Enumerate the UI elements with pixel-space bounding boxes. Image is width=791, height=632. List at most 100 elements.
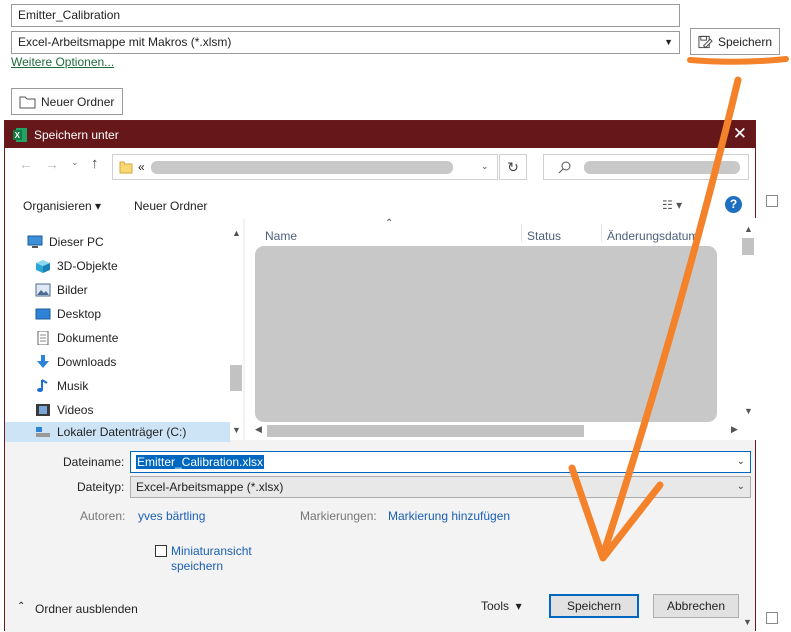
backstage-save-button[interactable]: Speichern (690, 28, 780, 55)
backstage-new-folder-label: Neuer Ordner (41, 94, 115, 109)
backstage-save-label: Speichern (717, 34, 772, 49)
backstage-new-folder-button[interactable]: Neuer Ordner (11, 88, 123, 115)
thumbnail-label-line2[interactable]: speichern (171, 559, 223, 573)
search-icon (558, 161, 571, 174)
nav-item-this-pc[interactable]: Dieser PC (27, 232, 104, 252)
more-options-link[interactable]: Weitere Optionen... (11, 55, 114, 69)
file-list-pane: ⌃ Name Status Änderungsdatum ▲ ▼ ◀ ▶ (245, 218, 757, 440)
annotation-underline (687, 56, 789, 65)
chevron-down-icon[interactable]: ⌄ (737, 452, 745, 472)
dialog-cancel-button[interactable]: Abbrechen (653, 594, 739, 618)
pictures-icon (35, 283, 51, 297)
chevron-down-icon[interactable]: ⌄ (737, 477, 745, 497)
files-scrollbar-thumb[interactable] (742, 238, 754, 255)
nav-label-videos: Videos (57, 403, 94, 417)
address-chevron-icon[interactable]: ⌄ (481, 161, 489, 172)
nav-item-videos[interactable]: Videos (35, 400, 93, 420)
back-arrow-icon[interactable]: ← (19, 156, 33, 172)
filename-label: Dateiname: (63, 455, 125, 469)
authors-label: Autoren: (80, 509, 126, 523)
tools-menu[interactable]: Tools ▾ (481, 599, 522, 613)
column-divider (521, 224, 522, 242)
nav-label-documents: Dokumente (57, 331, 119, 345)
nav-scroll-down-icon[interactable]: ▼ (232, 425, 241, 435)
nav-label-this-pc: Dieser PC (49, 235, 104, 249)
refresh-icon[interactable]: ↻ (499, 154, 527, 180)
videos-icon (36, 404, 50, 416)
svg-text:X: X (15, 131, 21, 140)
filetype-select[interactable]: Excel-Arbeitsmappe (*.xlsx) ⌄ (130, 476, 751, 498)
nav-scrollbar-thumb[interactable] (230, 365, 242, 391)
chevron-down-icon: ▼ (664, 37, 673, 47)
close-icon[interactable]: ✕ (733, 124, 747, 144)
backstage-filetype-value: Excel-Arbeitsmappe mit Makros (*.xlsm) (18, 35, 232, 49)
backstage-filetype-select[interactable]: Excel-Arbeitsmappe mit Makros (*.xlsm) ▼ (11, 31, 680, 54)
nav-scroll-up-icon[interactable]: ▲ (232, 228, 241, 238)
nav-item-music[interactable]: Musik (35, 376, 88, 396)
tags-value[interactable]: Markierung hinzufügen (388, 509, 510, 523)
dialog-save-button[interactable]: Speichern (549, 594, 639, 618)
excel-icon: X (13, 127, 27, 142)
dialog-lower-panel: Dateiname: Emitter_Calibration.xlsx ⌄ Da… (5, 443, 755, 632)
navigation-pane: ▲ ▼ Dieser PC 3D-Objekte Bilder Desktop … (5, 218, 243, 442)
nav-label-downloads: Downloads (57, 355, 117, 369)
pc-icon (27, 235, 43, 248)
dialog-title: Speichern unter (34, 127, 119, 142)
nav-item-desktop[interactable]: Desktop (35, 304, 101, 324)
dialog-toolbar: ← → ⌄ ↑ « ⌄ ↻ Organisieren ▾ Neuer Ordne… (5, 148, 755, 218)
column-header-status[interactable]: Status (527, 229, 561, 243)
backstage-filename-input[interactable]: Emitter_Calibration (11, 4, 680, 27)
hide-folders-button[interactable]: Ordner ausblenden (35, 602, 138, 616)
nav-item-3d-objects[interactable]: 3D-Objekte (35, 256, 118, 276)
column-divider (601, 224, 602, 242)
filetype-value: Excel-Arbeitsmappe (*.xlsx) (136, 480, 284, 494)
dialog-titlebar: X Speichern unter ✕ (5, 121, 755, 148)
drive-icon (36, 427, 50, 437)
sort-arrow-icon: ⌃ (385, 218, 394, 229)
filename-value: Emitter_Calibration.xlsx (136, 455, 265, 469)
nav-label-3d-objects: 3D-Objekte (57, 259, 118, 273)
help-icon[interactable]: ? (725, 196, 742, 213)
filetype-label: Dateityp: (77, 480, 125, 494)
files-scroll-up-icon[interactable]: ▲ (744, 224, 753, 234)
save-as-dialog: X Speichern unter ✕ ← → ⌄ ↑ « ⌄ ↻ Organi… (4, 120, 757, 632)
forward-arrow-icon[interactable]: → (45, 156, 59, 172)
files-scroll-left-icon[interactable]: ◀ (255, 424, 262, 435)
tags-label: Markierungen: (300, 509, 377, 523)
nav-item-local-drive[interactable]: Lokaler Datenträger (C:) (5, 422, 230, 442)
background-scroll-up (766, 195, 778, 207)
authors-value[interactable]: yves bärtling (138, 509, 205, 523)
column-header-modified[interactable]: Änderungsdatum (607, 229, 739, 243)
chevron-up-icon[interactable]: ⌃ (17, 601, 25, 612)
address-prefix: « (138, 160, 145, 174)
files-scroll-down-icon[interactable]: ▼ (744, 406, 753, 416)
dialog-scroll-down-icon[interactable]: ▼ (743, 617, 755, 629)
thumbnail-checkbox[interactable] (155, 545, 167, 557)
file-list-redacted (255, 246, 717, 422)
address-redacted (151, 161, 453, 174)
address-bar[interactable]: « ⌄ (112, 154, 498, 180)
thumbnail-label-line1[interactable]: Miniaturansicht (171, 544, 252, 558)
search-input[interactable] (543, 154, 749, 180)
organize-menu[interactable]: Organisieren ▾ (23, 199, 101, 213)
files-scroll-right-icon[interactable]: ▶ (731, 424, 738, 435)
nav-item-downloads[interactable]: Downloads (35, 352, 116, 372)
folder-icon (19, 96, 36, 108)
recent-chevron-icon[interactable]: ⌄ (71, 157, 79, 168)
files-hscroll-thumb[interactable] (267, 425, 584, 437)
nav-item-pictures[interactable]: Bilder (35, 280, 88, 300)
view-options-icon[interactable]: ☷ ▾ (662, 198, 682, 212)
nav-label-music: Musik (57, 379, 89, 393)
background-scroll-down (766, 612, 778, 624)
filename-input[interactable]: Emitter_Calibration.xlsx ⌄ (130, 451, 751, 473)
nav-label-local-drive: Lokaler Datenträger (C:) (57, 425, 187, 439)
nav-item-documents[interactable]: Dokumente (35, 328, 118, 348)
column-header-name[interactable]: Name (265, 229, 297, 243)
3d-objects-icon (36, 260, 50, 273)
up-arrow-icon[interactable]: ↑ (91, 155, 99, 172)
new-folder-button[interactable]: Neuer Ordner (134, 199, 207, 213)
save-as-icon (698, 35, 713, 48)
documents-icon (37, 331, 49, 345)
nav-label-desktop: Desktop (57, 307, 102, 321)
music-icon (37, 379, 48, 392)
